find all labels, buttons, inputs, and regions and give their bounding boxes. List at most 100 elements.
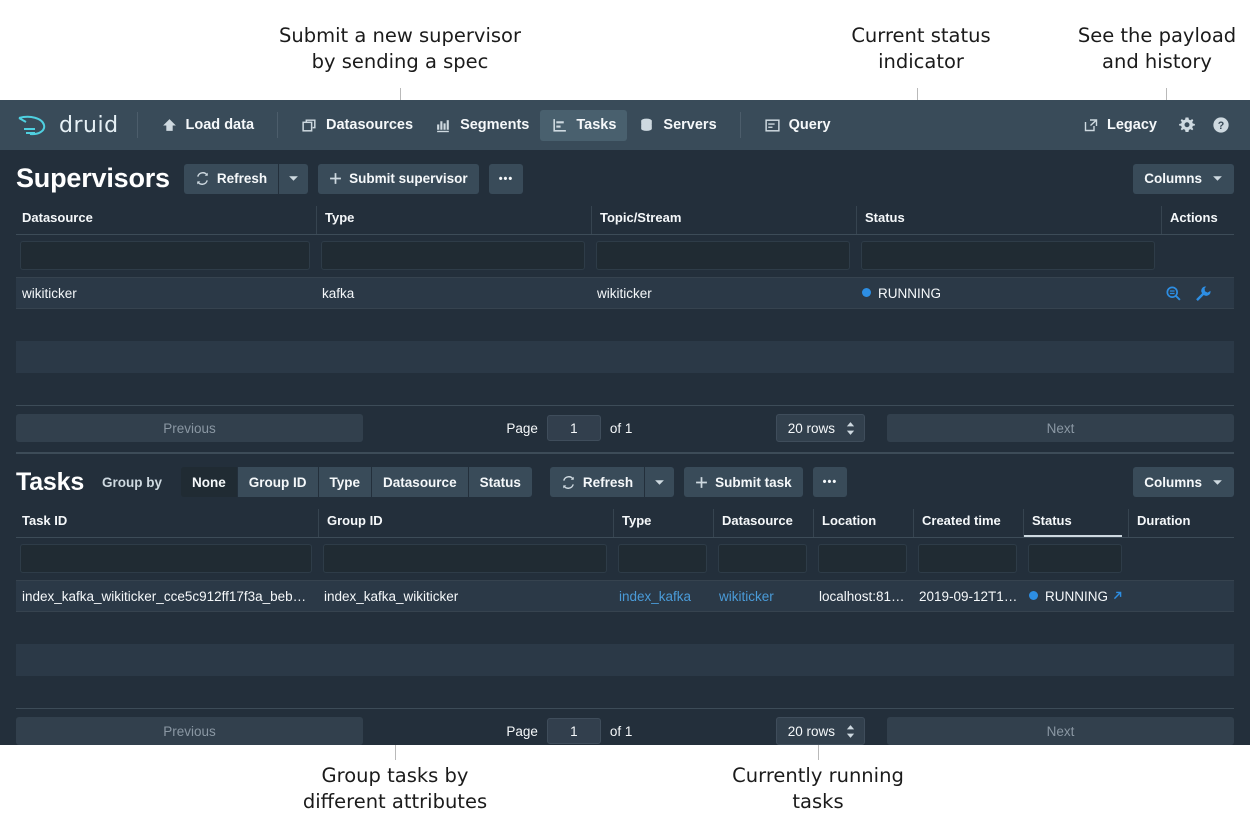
arrow-up-right-icon[interactable] [1112,590,1123,601]
external-link-icon [1083,117,1099,133]
submit-supervisor-button[interactable]: Submit supervisor [318,163,479,194]
group-by-datasource[interactable]: Datasource [372,467,468,497]
supervisors-next-button[interactable]: Next [887,414,1234,442]
supervisors-header-topic[interactable]: Topic/Stream [591,206,856,234]
tasks-cell-task-id: index_kafka_wikiticker_cce5c912ff17f3a_b… [22,588,307,604]
supervisors-refresh-label: Refresh [216,171,268,186]
tasks-page-label: Page [506,723,538,739]
tasks-filter-row [16,538,1234,580]
settings-button[interactable] [1172,110,1202,140]
tasks-rows-select[interactable]: 20 rows [775,717,865,745]
group-by-segmented-control: None Group ID Type Datasource Status [181,467,532,497]
tasks-refresh-dropdown[interactable] [645,467,675,497]
tasks-filter-status[interactable] [1028,544,1122,573]
supervisors-header-datasource[interactable]: Datasource [16,206,316,234]
nav-divider-2 [277,112,279,138]
supervisors-header-status[interactable]: Status [856,206,1161,234]
tasks-header-datasource[interactable]: Datasource [713,509,813,537]
tasks-refresh-button[interactable]: Refresh [549,467,645,497]
tasks-filter-group-id[interactable] [323,544,607,573]
datasources-icon [301,117,318,134]
supervisors-page-input[interactable] [546,415,601,441]
supervisors-columns-button[interactable]: Columns [1133,163,1234,194]
tasks-header-group-id[interactable]: Group ID [318,509,613,537]
tasks-filter-datasource[interactable] [718,544,807,573]
supervisors-filter-status[interactable] [861,241,1155,270]
navbar: druid Load data Datasources Segments Tas… [0,100,1250,150]
supervisors-table-row[interactable]: wikiticker kafka wikiticker RUNNING [16,277,1234,309]
supervisors-table-header: Datasource Type Topic/Stream Status Acti… [16,206,1234,235]
tasks-header-location[interactable]: Location [813,509,913,537]
tasks-header-created-time[interactable]: Created time [913,509,1023,537]
nav-divider-1 [136,112,138,138]
group-by-status[interactable]: Status [468,467,532,497]
group-by-label: Group by [102,474,163,490]
tasks-table-header: Task ID Group ID Type Datasource Locatio… [16,509,1234,538]
tasks-toolbar: Tasks Group by None Group ID Type Dataso… [0,454,1250,509]
nav-label-servers: Servers [663,117,717,133]
group-by-none[interactable]: None [181,467,237,497]
upload-icon [161,117,178,134]
tasks-rows-label: 20 rows [787,723,835,739]
tasks-page-input[interactable] [546,718,601,744]
legacy-link[interactable]: Legacy [1072,110,1168,140]
supervisors-refresh-dropdown[interactable] [279,163,309,194]
tasks-columns-label: Columns [1144,474,1202,490]
gear-icon [1178,116,1196,134]
tasks-header-duration[interactable]: Duration [1128,509,1234,537]
tasks-status-text: RUNNING [1045,588,1108,604]
group-by-group-id[interactable]: Group ID [237,467,318,497]
tasks-type-link[interactable]: index_kafka [619,589,691,604]
help-button[interactable]: ? [1206,110,1236,140]
refresh-icon [561,475,576,490]
tasks-previous-button[interactable]: Previous [16,717,363,745]
supervisors-filter-type[interactable] [321,241,585,270]
supervisors-header-actions: Actions [1161,206,1234,234]
tasks-filter-created-time[interactable] [918,544,1017,573]
supervisors-columns-label: Columns [1144,171,1202,186]
group-by-type[interactable]: Type [318,467,372,497]
stepper-icon [845,421,856,436]
wrench-icon[interactable] [1194,285,1211,302]
magnify-icon[interactable] [1165,285,1182,302]
tasks-filter-task-id[interactable] [20,544,312,573]
supervisors-page-of: of 1 [609,420,633,436]
tasks-page-control: Page of 1 [363,718,776,744]
nav-item-tasks[interactable]: Tasks [540,109,628,141]
nav-label-segments: Segments [460,117,530,133]
tasks-datasource-link[interactable]: wikiticker [719,589,774,604]
stepper-icon [845,724,856,739]
tasks-columns-button[interactable]: Columns [1133,467,1234,497]
tasks-filter-type[interactable] [618,544,707,573]
nav-item-segments[interactable]: Segments [424,110,540,141]
brand-logo[interactable]: druid [16,112,119,138]
supervisors-filter-datasource[interactable] [20,241,310,270]
callout-group-tasks: Group tasks by different attributes [302,764,488,813]
supervisors-more-button[interactable]: ••• [488,163,524,194]
tasks-header-task-id[interactable]: Task ID [16,509,318,537]
nav-item-servers[interactable]: Servers [627,110,727,141]
supervisors-refresh-button[interactable]: Refresh [183,163,279,194]
supervisors-pagination: Previous Page of 1 20 rows Next [16,405,1234,452]
supervisors-header-type[interactable]: Type [316,206,591,234]
refresh-icon [195,171,210,186]
tasks-header-status[interactable]: Status [1023,509,1128,537]
segments-icon [435,117,452,134]
tasks-header-type[interactable]: Type [613,509,713,537]
supervisors-filter-topic[interactable] [596,241,850,270]
tasks-table-row[interactable]: index_kafka_wikiticker_cce5c912ff17f3a_b… [16,580,1234,612]
nav-item-query[interactable]: Query [753,110,842,141]
nav-item-datasources[interactable]: Datasources [290,110,424,141]
supervisors-cell-topic: wikiticker [597,285,652,301]
tasks-filter-location[interactable] [818,544,907,573]
supervisors-rows-select[interactable]: 20 rows [775,414,865,442]
tasks-icon [551,117,568,134]
supervisors-empty-row [16,309,1234,341]
callout-running-tasks: Currently running tasks [732,764,904,813]
supervisors-empty-row [16,341,1234,373]
tasks-more-button[interactable]: ••• [812,467,848,497]
nav-item-load-data[interactable]: Load data [150,110,265,141]
supervisors-previous-button[interactable]: Previous [16,414,363,442]
tasks-next-button[interactable]: Next [887,717,1234,745]
submit-task-button[interactable]: Submit task [684,467,803,497]
